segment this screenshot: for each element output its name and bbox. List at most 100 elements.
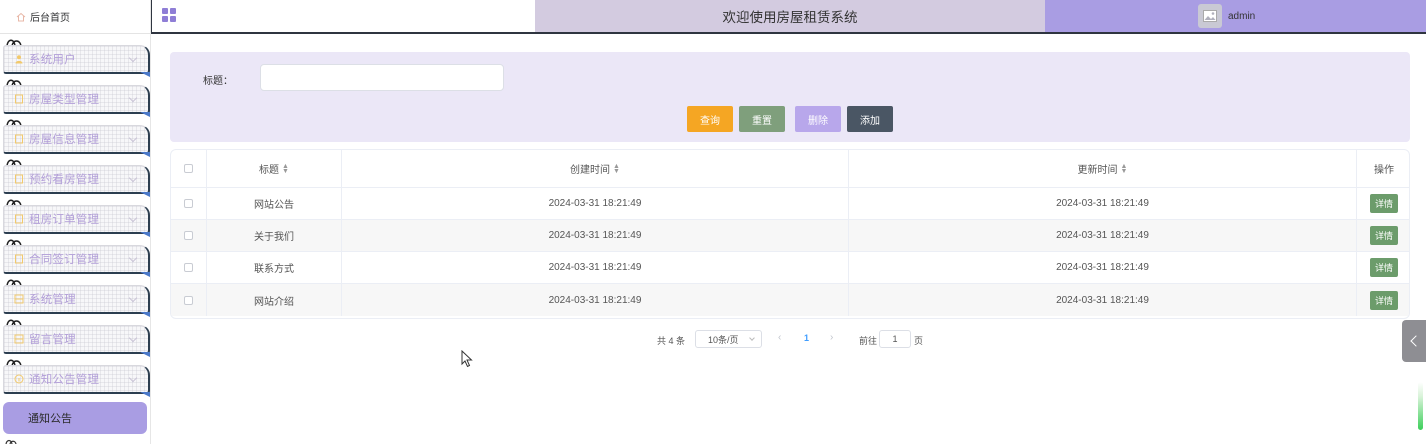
chevron-down-icon bbox=[128, 173, 138, 183]
table-row: 网站介绍 2024-03-31 18:21:49 2024-03-31 18:21:… bbox=[171, 284, 1409, 316]
row-checkbox-cell bbox=[171, 220, 207, 252]
sidebar-item-label: 房屋信息管理 bbox=[29, 134, 100, 146]
chevron-down-icon bbox=[128, 93, 138, 103]
table-header-row: 标题 ▲ ▼ 创建时间 ▲ ▼ 更新时间 ▲ ▼ 操作 bbox=[171, 150, 1409, 188]
page-number-current[interactable]: 1 bbox=[804, 333, 809, 343]
mouse-cursor-icon bbox=[461, 350, 473, 368]
sidebar-subitem-notice[interactable]: 通知公告 bbox=[3, 402, 147, 434]
sidebar-item-tab[interactable]: 租房订单管理 bbox=[3, 205, 150, 237]
select-all-checkbox[interactable] bbox=[184, 164, 193, 173]
query-button[interactable]: 查询 bbox=[687, 106, 733, 132]
cell-title-text: 联系方式 bbox=[254, 264, 294, 275]
chevron-down-icon bbox=[749, 335, 755, 341]
sidebar-item-label: 系统用户 bbox=[29, 54, 76, 66]
cell-actions: 详情 bbox=[1357, 284, 1409, 316]
chevron-down-icon bbox=[128, 133, 138, 143]
row-checkbox[interactable] bbox=[184, 295, 193, 305]
document-icon bbox=[15, 214, 23, 224]
sort-icon[interactable]: ▲ ▼ bbox=[1121, 163, 1128, 175]
sort-icon[interactable]: ▲ ▼ bbox=[282, 163, 289, 175]
goto-page-input[interactable] bbox=[879, 330, 911, 348]
header-actions: 操作 bbox=[1357, 150, 1409, 187]
cell-created-text: 2024-03-31 18:21:49 bbox=[548, 294, 642, 306]
chevron-down-icon bbox=[128, 213, 138, 223]
reset-button[interactable]: 重置 bbox=[739, 106, 785, 132]
image-icon bbox=[1203, 10, 1217, 22]
sidebar-item-tab[interactable]: 房屋信息管理 bbox=[3, 125, 150, 157]
header-title-label: 标题 bbox=[259, 165, 280, 176]
sidebar-item-tab[interactable]: 合同签订管理 bbox=[3, 245, 150, 277]
user-icon bbox=[15, 55, 23, 64]
top-bar-left bbox=[151, 0, 535, 32]
chevron-down-icon bbox=[128, 253, 138, 263]
header-actions-label: 操作 bbox=[1374, 165, 1394, 176]
sidebar-home[interactable]: 后台首页 bbox=[0, 0, 150, 34]
sidebar-item-tab[interactable]: 系统管理 bbox=[3, 285, 150, 317]
cell-actions: 详情 bbox=[1357, 252, 1409, 284]
sort-icon[interactable]: ▲ ▼ bbox=[613, 163, 620, 175]
cell-title: 网站公告 bbox=[207, 188, 342, 220]
row-checkbox[interactable] bbox=[184, 199, 193, 208]
avatar[interactable] bbox=[1198, 4, 1222, 28]
detail-button[interactable]: 详情 bbox=[1369, 194, 1398, 213]
cell-created-text: 2024-03-31 18:21:49 bbox=[548, 230, 642, 241]
detail-button[interactable]: 详情 bbox=[1369, 258, 1398, 277]
cell-updated: 2024-03-31 18:21:49 bbox=[849, 284, 1357, 316]
info-icon bbox=[14, 374, 24, 384]
chevron-down-icon bbox=[128, 333, 138, 343]
row-checkbox[interactable] bbox=[184, 263, 193, 272]
document-icon bbox=[15, 254, 23, 264]
sidebar-item-tab[interactable]: 通知公告管理 bbox=[3, 365, 150, 397]
row-checkbox-cell bbox=[171, 252, 207, 284]
cell-actions: 详情 bbox=[1357, 220, 1409, 252]
sidebar-item[interactable]: 通知公告管理 bbox=[0, 359, 150, 402]
header-created-label: 创建时间 bbox=[570, 165, 611, 176]
app-title: 欢迎使用房屋租赁系统 bbox=[535, 0, 1045, 32]
goto-label: 前往 bbox=[859, 336, 878, 346]
table-row: 网站公告 2024-03-31 18:21:49 2024-03-31 18:21:… bbox=[171, 188, 1409, 220]
collapse-panel-button[interactable] bbox=[1402, 320, 1426, 362]
delete-button[interactable]: 删除 bbox=[795, 106, 841, 132]
sidebar-item-label: 预约看房管理 bbox=[29, 174, 100, 186]
chevron-down-icon bbox=[128, 373, 138, 383]
pagination-total: 共 4 条 bbox=[657, 336, 686, 346]
header-checkbox-cell bbox=[171, 150, 207, 187]
cell-created-text: 2024-03-31 18:21:49 bbox=[548, 198, 642, 209]
header-updated-label: 更新时间 bbox=[1077, 165, 1118, 176]
header-created[interactable]: 创建时间 ▲ ▼ bbox=[342, 150, 849, 187]
cell-actions: 详情 bbox=[1357, 188, 1409, 220]
cell-title: 关于我们 bbox=[207, 220, 342, 252]
detail-button[interactable]: 详情 bbox=[1369, 226, 1398, 245]
cell-updated-text: 2024-03-31 18:21:49 bbox=[1056, 198, 1149, 209]
sidebar-item-label: 合同签订管理 bbox=[29, 254, 100, 266]
binder-clip-icon bbox=[5, 439, 17, 444]
title-filter-input[interactable] bbox=[260, 64, 504, 91]
cell-updated: 2024-03-31 18:21:49 bbox=[849, 188, 1357, 220]
sidebar-item-tab[interactable]: 房屋类型管理 bbox=[3, 85, 150, 117]
cell-updated-text: 2024-03-31 18:21:49 bbox=[1056, 230, 1149, 241]
next-page-button[interactable]: › bbox=[830, 332, 833, 343]
cell-title-text: 网站公告 bbox=[254, 200, 294, 211]
home-icon bbox=[16, 12, 26, 21]
sidebar-item-tab[interactable]: 留言管理 bbox=[3, 325, 150, 357]
header-title[interactable]: 标题 ▲ ▼ bbox=[207, 150, 342, 187]
cell-created: 2024-03-31 18:21:49 bbox=[342, 252, 849, 284]
user-area[interactable]: admin bbox=[1045, 0, 1426, 32]
user-name[interactable]: admin bbox=[1228, 11, 1255, 22]
row-checkbox[interactable] bbox=[184, 231, 193, 240]
goto-suffix: 页 bbox=[914, 336, 924, 346]
sidebar-item-tab[interactable]: 预约看房管理 bbox=[3, 165, 150, 197]
prev-page-button[interactable]: ‹ bbox=[778, 332, 781, 343]
grid-icon bbox=[14, 294, 24, 304]
sidebar-item-tab[interactable]: 系统用户 bbox=[3, 45, 150, 77]
header-updated[interactable]: 更新时间 ▲ ▼ bbox=[849, 150, 1357, 187]
sidebar-item-label: 租房订单管理 bbox=[29, 214, 100, 226]
search-panel: 标题： 查询 重置 删除 添加 bbox=[170, 52, 1410, 142]
detail-button[interactable]: 详情 bbox=[1369, 290, 1398, 310]
grid-menu-icon[interactable] bbox=[162, 8, 176, 22]
page-size-select[interactable]: 10条/页 bbox=[695, 330, 762, 348]
sidebar-item-label: 房屋类型管理 bbox=[29, 94, 100, 106]
table-row: 联系方式 2024-03-31 18:21:49 2024-03-31 18:21:… bbox=[171, 252, 1409, 284]
add-button[interactable]: 添加 bbox=[847, 106, 893, 132]
row-checkbox-cell bbox=[171, 284, 207, 316]
